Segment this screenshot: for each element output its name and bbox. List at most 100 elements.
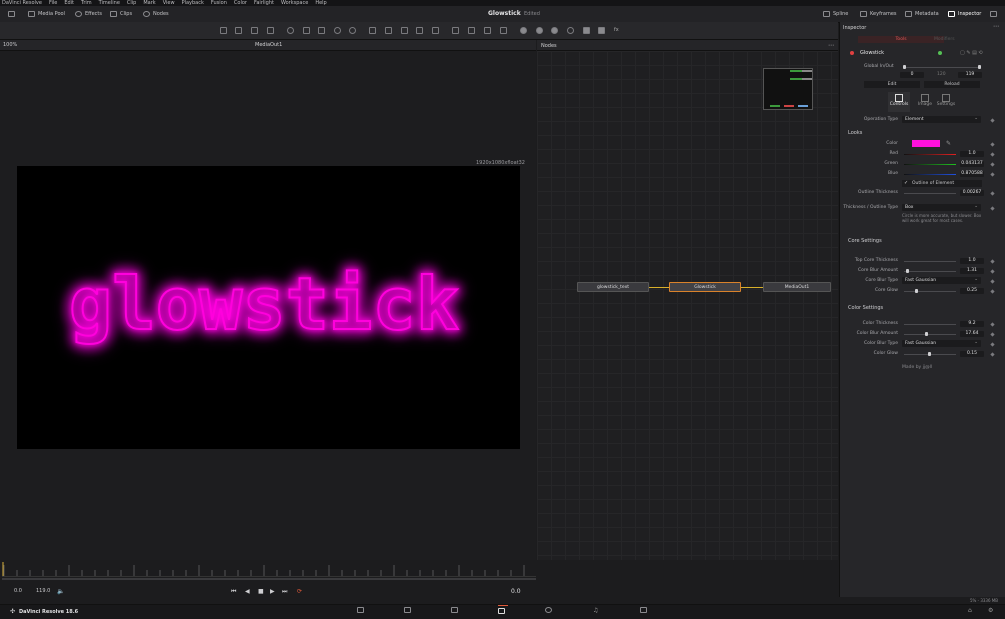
camera3d-tool-icon[interactable] [551, 27, 558, 34]
node-tools-icons[interactable]: ▢ ✎ ▤ ⟲ [960, 50, 983, 56]
viewer-zoom[interactable]: 100% [3, 42, 17, 48]
top-core-slider[interactable] [904, 261, 956, 262]
global-out-handle[interactable] [978, 65, 981, 69]
node-glowstick-text[interactable]: glowstick_text [577, 282, 649, 292]
curves-tool-icon[interactable] [303, 27, 310, 34]
reload-button[interactable]: Reload [924, 81, 980, 88]
color-thickness-value[interactable]: 9.2 [960, 321, 984, 327]
global-inout-slider[interactable] [903, 67, 980, 68]
core-blur-amount-slider[interactable] [904, 271, 956, 272]
node-enable-icon[interactable] [938, 51, 942, 55]
color-blur-amount-value[interactable]: 17.64 [960, 331, 984, 337]
merge-tool-icon[interactable] [369, 27, 376, 34]
go-to-start-icon[interactable]: ⏮ [231, 588, 236, 596]
metadata-button[interactable]: Metadata [905, 10, 939, 18]
inspector-button[interactable]: Inspector [948, 10, 981, 18]
inspector-options-icon[interactable]: ⋯ [993, 23, 999, 30]
image-tool-icon[interactable] [235, 27, 242, 34]
nodes-options-icon[interactable]: ⋯ [828, 42, 834, 49]
subtab-controls[interactable]: Controls [888, 92, 910, 112]
tab-modifiers[interactable]: Modifiers [934, 37, 955, 42]
node-glowstick[interactable]: Glowstick [669, 282, 741, 292]
nodes-button[interactable]: Nodes [143, 10, 169, 18]
sphere-tool-icon[interactable] [536, 27, 543, 34]
blue-slider[interactable] [904, 174, 956, 175]
glow-tool-icon[interactable] [349, 27, 356, 34]
page-edit-icon[interactable] [451, 607, 461, 615]
page-fusion-icon[interactable] [498, 605, 508, 614]
looks-section[interactable]: Looks [848, 130, 862, 136]
step-back-icon[interactable]: ◀ [245, 588, 250, 595]
timeline-scrubber[interactable] [2, 578, 536, 580]
global-out-value[interactable]: 119 [958, 72, 982, 78]
text-tool-icon[interactable] [251, 27, 258, 34]
paint-tool-icon[interactable] [267, 27, 274, 34]
stop-icon[interactable]: ■ [258, 588, 264, 595]
top-core-value[interactable]: 1.0 [960, 258, 984, 264]
timeline-ruler[interactable] [2, 562, 536, 577]
global-in-value[interactable]: 0 [900, 72, 924, 78]
expand-button[interactable] [990, 10, 997, 18]
renderer3d-tool-icon[interactable] [583, 27, 590, 34]
color-glow-value[interactable]: 0.15 [960, 351, 984, 357]
core-blur-amount-value[interactable]: 1.31 [960, 268, 984, 274]
hue-tool-icon[interactable] [318, 27, 325, 34]
outline-thickness-slider[interactable] [904, 193, 956, 194]
node-color-dot[interactable] [850, 51, 854, 55]
spline-button[interactable]: Spline [823, 10, 848, 18]
page-media-icon[interactable] [357, 607, 367, 615]
node-minimap[interactable] [763, 68, 813, 110]
end-frame[interactable]: 119.0 [36, 588, 50, 594]
subtab-settings[interactable]: Settings [935, 92, 957, 112]
core-glow-value[interactable]: 0.25 [960, 288, 984, 294]
color-thickness-slider[interactable] [904, 324, 956, 325]
audio-icon[interactable]: 🔈 [57, 588, 64, 595]
core-blur-type-dropdown[interactable]: Fast Gaussian [902, 276, 981, 284]
eyedropper-icon[interactable]: ✎ [946, 140, 951, 147]
global-in-handle[interactable] [903, 65, 906, 69]
merge3d-tool-icon[interactable] [567, 27, 574, 34]
settings-gear-icon[interactable]: ⚙ [988, 607, 998, 615]
current-frame[interactable]: 0.0 [511, 588, 521, 595]
subtab-image[interactable]: Image [914, 92, 936, 112]
green-slider[interactable] [904, 164, 956, 165]
background-tool-icon[interactable] [220, 27, 227, 34]
core-glow-slider[interactable] [904, 291, 956, 292]
color-settings-section[interactable]: Color Settings [848, 305, 883, 311]
core-glow-knob[interactable] [915, 289, 918, 293]
particles-tool-icon[interactable] [598, 27, 605, 34]
color-blur-amount-knob[interactable] [925, 332, 928, 336]
text-plus-tool-icon[interactable]: fx [614, 27, 621, 34]
node-mediaout1[interactable]: MediaOut1 [763, 282, 831, 292]
crop-tool-icon[interactable] [432, 27, 439, 34]
color-swatch[interactable] [912, 140, 940, 147]
operation-type-dropdown[interactable]: Element [902, 115, 981, 123]
core-blur-amount-knob[interactable] [906, 269, 909, 273]
media-pool-button[interactable]: Media Pool [28, 10, 65, 18]
tracker-tool-icon[interactable] [500, 27, 507, 34]
core-settings-section[interactable]: Core Settings [848, 238, 882, 244]
play-icon[interactable]: ▶ [270, 588, 275, 595]
go-to-end-icon[interactable]: ⏭ [282, 588, 287, 596]
keyframes-button[interactable]: Keyframes [860, 10, 897, 18]
thickness-type-dropdown[interactable]: Box [902, 203, 981, 211]
channel-booleans-tool-icon[interactable] [385, 27, 392, 34]
red-slider[interactable] [904, 154, 956, 155]
color-blur-amount-slider[interactable] [904, 334, 956, 335]
start-frame[interactable]: 0.0 [14, 588, 22, 594]
bspline-mask-icon[interactable] [484, 27, 491, 34]
effects-button[interactable]: Effects [75, 10, 102, 18]
page-color-icon[interactable] [545, 607, 555, 615]
polygon-mask-icon[interactable] [468, 27, 475, 34]
loop-icon[interactable]: ⟳ [297, 588, 302, 595]
blue-value[interactable]: 0.870588 [960, 171, 984, 177]
panel-toggle-button[interactable] [8, 10, 15, 18]
node-editor[interactable] [537, 51, 838, 560]
transform-tool-icon[interactable] [416, 27, 423, 34]
color-corrector-tool-icon[interactable] [287, 27, 294, 34]
page-cut-icon[interactable] [404, 607, 414, 615]
color-blur-type-dropdown[interactable]: Fast Gaussian [902, 339, 981, 347]
shape3d-sphere-icon[interactable] [520, 27, 527, 34]
red-value[interactable]: 1.0 [960, 151, 984, 157]
clips-button[interactable]: Clips [110, 10, 132, 18]
